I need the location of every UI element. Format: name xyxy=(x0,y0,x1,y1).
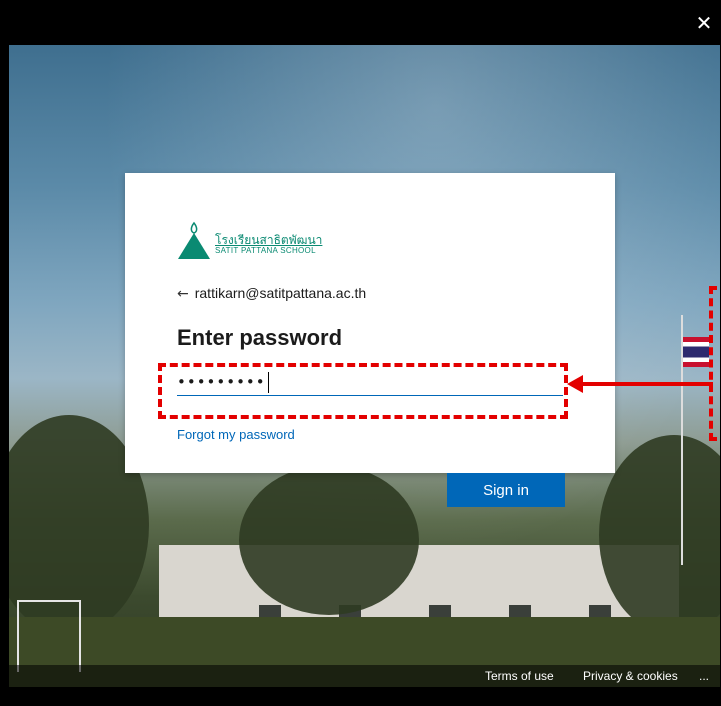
account-email: rattikarn@satitpattana.ac.th xyxy=(194,285,367,301)
terms-link[interactable]: Terms of use xyxy=(485,669,554,683)
school-logo-icon xyxy=(178,221,210,259)
app-window: ✕ Terms of use Privacy & cookies ... โรง… xyxy=(0,0,721,706)
thai-flag xyxy=(683,337,709,367)
password-highlight-box xyxy=(158,363,568,419)
tree xyxy=(239,465,419,615)
title-bar: ✕ xyxy=(1,1,720,45)
logo-english-name: SATIT PATTANA SCHOOL xyxy=(215,246,316,255)
annotation-arrow-line xyxy=(581,382,713,386)
sign-in-button[interactable]: Sign in xyxy=(447,473,565,507)
callout-box xyxy=(709,286,720,441)
account-identity[interactable]: ← rattikarn@satitpattana.ac.th xyxy=(177,285,366,302)
back-arrow-icon[interactable]: ← xyxy=(177,286,189,302)
footer-bar: Terms of use Privacy & cookies ... xyxy=(9,665,720,687)
more-options-button[interactable]: ... xyxy=(699,669,709,683)
school-logo: โรงเรียนสาธิตพัฒนา SATIT PATTANA SCHOOL xyxy=(177,221,347,261)
signin-card: โรงเรียนสาธิตพัฒนา SATIT PATTANA SCHOOL … xyxy=(125,173,615,507)
close-icon[interactable]: ✕ xyxy=(692,11,716,35)
privacy-link[interactable]: Privacy & cookies xyxy=(583,669,678,683)
football-goal xyxy=(17,600,81,672)
page-title: Enter password xyxy=(177,325,343,350)
forgot-password-link[interactable]: Forgot my password xyxy=(177,427,295,442)
